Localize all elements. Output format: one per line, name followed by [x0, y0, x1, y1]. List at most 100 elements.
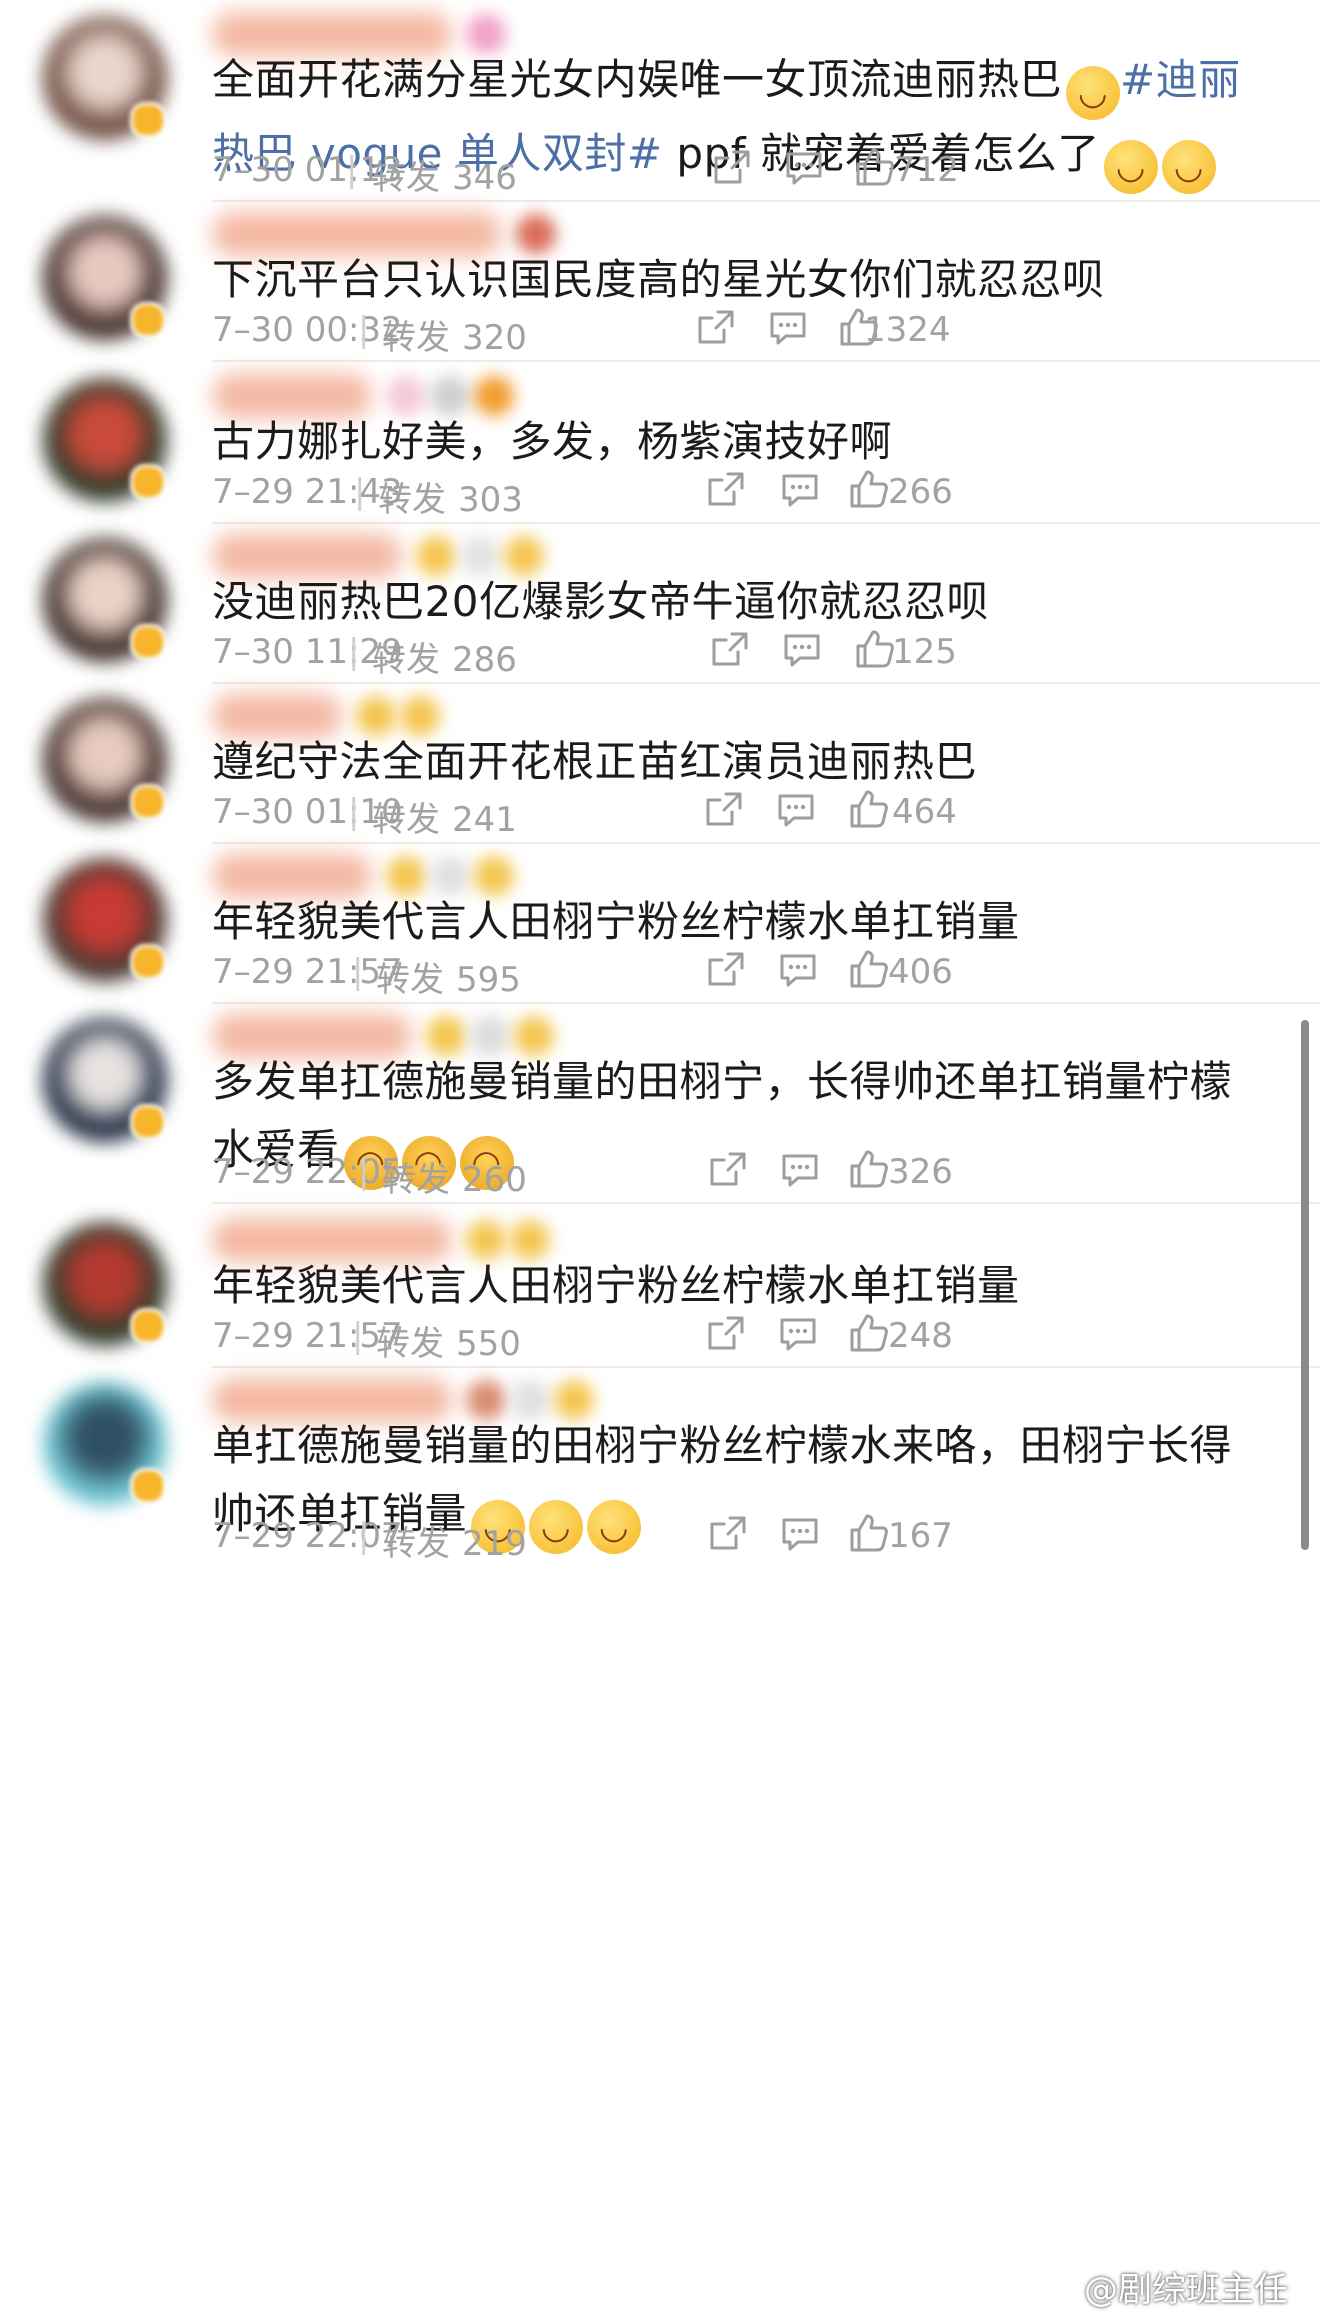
repost-count[interactable]: 转发 320: [382, 310, 527, 359]
share-button[interactable]: [704, 948, 748, 992]
repost-count[interactable]: 转发 550: [376, 1316, 521, 1365]
comment-button[interactable]: [776, 1312, 820, 1356]
like-count: 167: [888, 1516, 953, 1556]
share-button[interactable]: [704, 1312, 748, 1356]
repost-number: 241: [452, 800, 517, 840]
comment-icon[interactable]: [778, 1512, 822, 1556]
like-icon[interactable]: [846, 946, 890, 990]
share-button[interactable]: [694, 306, 738, 350]
comment-button[interactable]: [782, 146, 826, 190]
comment-icon[interactable]: [776, 948, 820, 992]
comment-item: 古力娜扎好美，多发，杨紫演技好啊 7–29 21:43 | 转发 303 266: [0, 362, 1320, 524]
share-icon[interactable]: [710, 146, 754, 190]
repost-count[interactable]: 转发 346: [372, 150, 517, 199]
share-button[interactable]: [708, 628, 752, 672]
repost-count[interactable]: 转发 260: [382, 1152, 527, 1201]
like-button[interactable]: [846, 786, 890, 832]
comment-button[interactable]: [774, 788, 818, 832]
comment-icon[interactable]: [778, 1148, 822, 1192]
watermark: @剧综班主任: [1040, 2262, 1288, 2311]
share-icon[interactable]: [704, 948, 748, 992]
repost-label: 转发: [376, 960, 444, 1000]
comment-item: 全面开花满分星光女内娱唯一女顶流迪丽热巴 ◡ #迪丽热巴 vogue 单人双封# p…: [0, 0, 1320, 202]
share-button[interactable]: [706, 1148, 750, 1192]
like-button[interactable]: [846, 946, 890, 992]
like-icon[interactable]: [846, 1146, 890, 1190]
like-button[interactable]: [846, 1310, 890, 1356]
share-icon[interactable]: [704, 468, 748, 512]
repost-count[interactable]: 转发 286: [372, 632, 517, 681]
verified-badge-icon: [130, 624, 166, 660]
comment-item: 多发单扛德施曼销量的田栩宁，长得帅还单扛销量柠檬水爱看 ◠ ◠ ◠ 7–29 22:05…: [0, 1002, 1320, 1204]
repost-number: 346: [452, 158, 517, 198]
share-icon[interactable]: [708, 628, 752, 672]
share-icon[interactable]: [702, 788, 746, 832]
comment-icon[interactable]: [766, 306, 810, 350]
comment-icon[interactable]: [778, 468, 822, 512]
repost-label: 转发: [382, 1524, 450, 1564]
scrollbar[interactable]: [1301, 1020, 1309, 1550]
repost-label: 转发: [372, 640, 440, 680]
comment-item: 单扛德施曼销量的田栩宁粉丝柠檬水来咯，田栩宁长得帅还单扛销量 ◡ ◡ ◡ 7–29 22…: [0, 1366, 1320, 1566]
comment-icon[interactable]: [782, 146, 826, 190]
repost-number: 550: [456, 1324, 521, 1364]
comment-icon[interactable]: [780, 628, 824, 672]
comment-text-main: 遵纪守法全面开花根正苗红演员迪丽热巴: [212, 737, 978, 786]
comment-meta: 7–29 21:57 | 转发 550 248: [212, 1306, 1292, 1366]
meta-separator: |: [358, 1516, 370, 1556]
share-icon[interactable]: [706, 1148, 750, 1192]
comment-meta: 7–30 00:32 | 转发 320 1324: [212, 300, 1292, 360]
like-count: 125: [892, 632, 957, 672]
divider: [212, 1202, 1320, 1204]
comment-button[interactable]: [778, 1512, 822, 1556]
comment-text-main: 全面开花满分星光女内娱唯一女顶流迪丽热巴: [212, 55, 1063, 104]
comment-button[interactable]: [778, 468, 822, 512]
repost-label: 转发: [378, 480, 446, 520]
like-icon[interactable]: [846, 1510, 890, 1554]
comment-button[interactable]: [780, 628, 824, 672]
comment-item: 年轻貌美代言人田栩宁粉丝柠檬水单扛销量 7–29 21:57 | 转发 550 248: [0, 1206, 1320, 1368]
comment-icon[interactable]: [774, 788, 818, 832]
comment-button[interactable]: [778, 1148, 822, 1192]
repost-count[interactable]: 转发 241: [372, 792, 517, 841]
share-icon[interactable]: [694, 306, 738, 350]
comment-feed: 全面开花满分星光女内娱唯一女顶流迪丽热巴 ◡ #迪丽热巴 vogue 单人双封# p…: [0, 0, 1320, 2323]
verified-badge-icon: [130, 1308, 166, 1344]
comment-button[interactable]: [776, 948, 820, 992]
comment-meta: 7–29 21:43 | 转发 303 266: [212, 462, 1292, 522]
share-icon[interactable]: [704, 1312, 748, 1356]
like-count: 248: [888, 1316, 953, 1356]
share-icon[interactable]: [706, 1512, 750, 1556]
verified-badge-icon: [130, 102, 166, 138]
comment-icon[interactable]: [776, 1312, 820, 1356]
like-button[interactable]: [846, 1510, 890, 1556]
comment-text-main: 年轻貌美代言人田栩宁粉丝柠檬水单扛销量: [212, 897, 1020, 946]
repost-count[interactable]: 转发 595: [376, 952, 521, 1001]
comment-item: 遵纪守法全面开花根正苗红演员迪丽热巴 7–30 01:10 | 转发 241 464: [0, 682, 1320, 844]
smile-emoji-icon: ◡: [1066, 66, 1121, 120]
like-button[interactable]: [846, 1146, 890, 1192]
timestamp: 7–29 22:07: [212, 1516, 403, 1556]
like-icon[interactable]: [852, 144, 896, 188]
like-icon[interactable]: [846, 466, 890, 510]
repost-count[interactable]: 转发 303: [378, 472, 523, 521]
like-icon[interactable]: [846, 786, 890, 830]
repost-count[interactable]: 转发 219: [382, 1516, 527, 1565]
comment-button[interactable]: [766, 306, 810, 350]
like-icon[interactable]: [846, 1310, 890, 1354]
share-button[interactable]: [706, 1512, 750, 1556]
like-button[interactable]: [852, 626, 896, 672]
repost-label: 转发: [376, 1324, 444, 1364]
repost-number: 303: [458, 480, 523, 520]
like-button[interactable]: [852, 144, 896, 190]
like-icon[interactable]: [852, 626, 896, 670]
comment-text-main: 古力娜扎好美，多发，杨紫演技好啊: [212, 417, 893, 466]
comment-item: 没迪丽热巴20亿爆影女帝牛逼你就忍忍呗 7–30 11:29 | 转发 286 125: [0, 522, 1320, 684]
share-button[interactable]: [702, 788, 746, 832]
like-button[interactable]: [846, 466, 890, 512]
share-button[interactable]: [710, 146, 754, 190]
repost-number: 219: [462, 1524, 527, 1564]
meta-separator: |: [352, 952, 364, 992]
share-button[interactable]: [704, 468, 748, 512]
comment-meta: 7–30 01:13 | 转发 346 712: [212, 140, 1292, 200]
